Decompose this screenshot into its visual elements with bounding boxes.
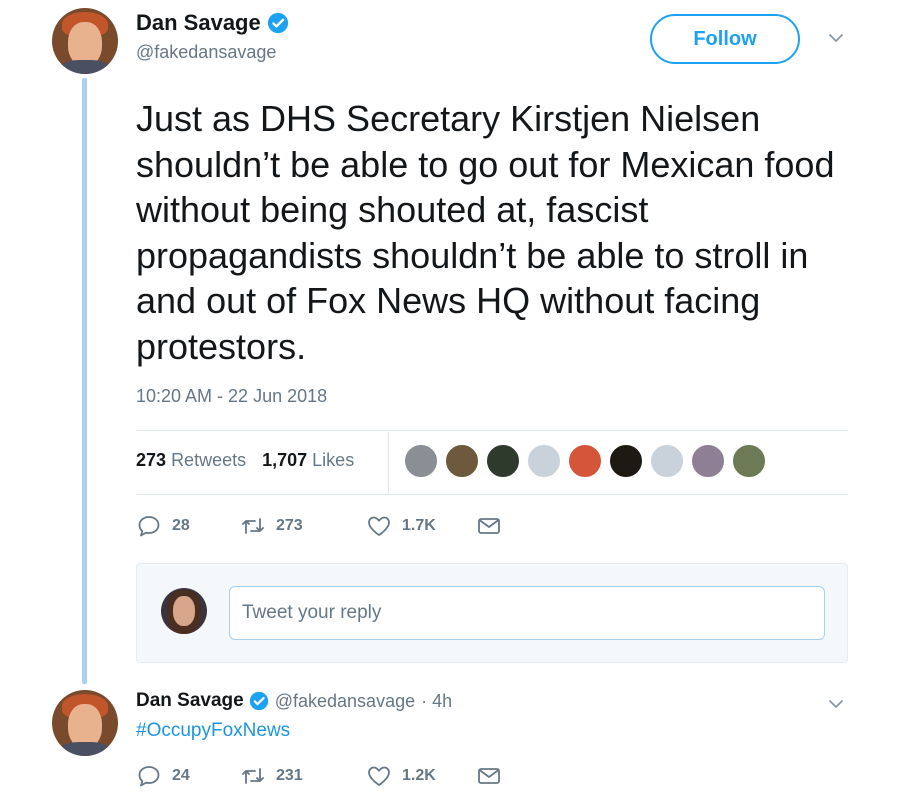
liker-avatar[interactable]	[732, 444, 766, 478]
retweet-count: 231	[276, 767, 303, 784]
hashtag-link[interactable]: #OccupyFoxNews	[136, 720, 290, 742]
viewer-avatar	[161, 588, 207, 634]
author-name[interactable]: Dan Savage	[136, 10, 261, 36]
author-handle[interactable]: @fakedansavage	[136, 42, 289, 63]
like-action[interactable]: 1.2K	[366, 764, 476, 788]
liker-avatar[interactable]	[650, 444, 684, 478]
retweet-icon	[242, 518, 264, 534]
reply-icon	[138, 766, 160, 787]
retweets-count: 273	[136, 450, 167, 470]
divider	[136, 430, 848, 431]
likes-count: 1,707	[262, 450, 308, 470]
like-count: 1.7K	[402, 517, 436, 534]
liker-avatars	[404, 444, 773, 478]
reply-input[interactable]	[229, 586, 825, 640]
tweet-text: Just as DHS Secretary Kirstjen Nielsen s…	[136, 98, 835, 367]
retweet-action[interactable]: 231	[240, 764, 366, 788]
reply-icon	[138, 516, 160, 537]
verified-badge-icon	[267, 12, 288, 34]
reply-time[interactable]: · 4h	[421, 691, 452, 712]
retweet-action[interactable]: 273	[240, 514, 366, 538]
divider	[136, 494, 848, 495]
stats-divider	[388, 432, 389, 494]
liker-avatar[interactable]	[609, 444, 643, 478]
chevron-down-icon[interactable]	[828, 30, 844, 46]
tweet-timestamp[interactable]: 10:20 AM - 22 Jun 2018	[136, 386, 327, 407]
reply-action[interactable]: 28	[136, 514, 240, 538]
heart-icon	[368, 516, 390, 536]
like-count: 1.2K	[402, 767, 436, 784]
reply-tweet-header: Dan Savage @fakedansavage · 4h	[136, 690, 452, 712]
thread-line	[82, 78, 87, 684]
retweets-stat[interactable]: 273 Retweets	[136, 450, 246, 471]
retweet-count: 273	[276, 517, 303, 534]
liker-avatar[interactable]	[486, 444, 520, 478]
reply-count: 28	[172, 517, 190, 534]
liker-avatar[interactable]	[691, 444, 725, 478]
verified-badge-icon	[249, 691, 268, 711]
reply-tweet-actions: 24 231 1.2K	[136, 764, 512, 788]
reply-author-handle[interactable]: @fakedansavage	[275, 691, 415, 712]
retweet-icon	[242, 768, 264, 784]
liker-avatar[interactable]	[568, 444, 602, 478]
author-avatar[interactable]	[52, 8, 118, 74]
reply-author-avatar[interactable]	[52, 690, 118, 756]
heart-icon	[368, 766, 390, 786]
retweets-label: Retweets	[171, 450, 247, 470]
likes-label: Likes	[312, 450, 355, 470]
reply-action[interactable]: 24	[136, 764, 240, 788]
liker-avatar[interactable]	[445, 444, 479, 478]
tweet-actions: 28 273 1.7K	[136, 514, 512, 538]
reply-author-name[interactable]: Dan Savage	[136, 690, 244, 712]
direct-message-action[interactable]	[476, 514, 512, 538]
direct-message-action[interactable]	[476, 764, 512, 788]
envelope-icon	[478, 518, 500, 534]
liker-avatar[interactable]	[404, 444, 438, 478]
tweet-stats: 273 Retweets 1,707 Likes	[136, 450, 370, 471]
follow-button[interactable]: Follow	[650, 14, 800, 64]
tweet-header: Dan Savage @fakedansavage	[136, 10, 289, 63]
like-action[interactable]: 1.7K	[366, 514, 476, 538]
envelope-icon	[478, 768, 500, 784]
reply-box	[136, 563, 848, 663]
liker-avatar[interactable]	[527, 444, 561, 478]
likes-stat[interactable]: 1,707 Likes	[262, 450, 354, 471]
chevron-down-icon[interactable]	[828, 696, 844, 712]
reply-count: 24	[172, 767, 190, 784]
